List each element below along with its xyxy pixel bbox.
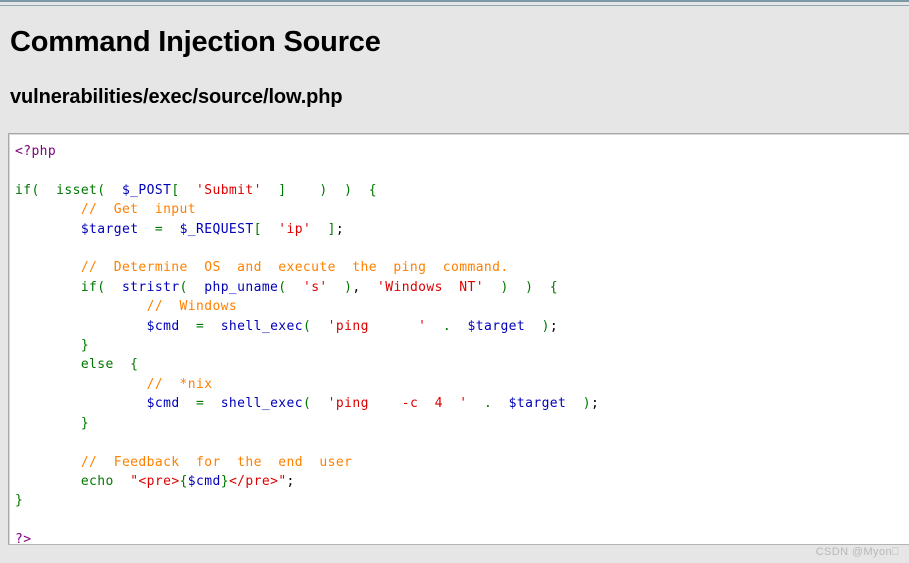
code-token-kw: if( isset( (15, 182, 122, 198)
code-token-kw: else { (15, 357, 139, 373)
code-token-pun: ( (179, 279, 205, 295)
code-token-var: $target (80, 221, 139, 237)
code-token-plain: ; (286, 473, 295, 489)
code-token-tag: <?php (15, 144, 57, 159)
code-token-var: $cmd (146, 396, 180, 412)
code-token-pun: ] ) ) { (261, 182, 378, 198)
code-token-var: $_POST (121, 182, 172, 198)
code-token-str: 'ip' (278, 221, 312, 237)
code-token-pun: ] (311, 221, 336, 237)
page-content: Command Injection Source vulnerabilities… (0, 6, 909, 563)
code-token-pun: } (15, 415, 90, 431)
code-token-plain: ; (549, 318, 559, 334)
source-code-panel: <?php if( isset( $_POST[ 'Submit' ] ) ) … (8, 133, 909, 545)
code-token-str: </pre>" (228, 473, 287, 489)
code-token-pun: } (15, 338, 90, 354)
code-token-plain: ; (590, 396, 600, 412)
code-token-pun: [ (253, 221, 279, 237)
code-token-var: shell_exec (220, 396, 303, 412)
code-token-pun: = (179, 318, 221, 334)
code-token-pun: { (179, 473, 188, 489)
csdn-watermark: CSDN @Myon⎕ (815, 546, 899, 558)
code-token-plain: , (352, 279, 378, 295)
php-source-code: <?php if( isset( $_POST[ 'Submit' ] ) ) … (15, 142, 909, 545)
code-token-tag: ?> (15, 532, 32, 545)
code-token-pun: = (138, 221, 180, 237)
code-token-str: 'Submit' (196, 182, 262, 198)
code-token-cmt: // Determine OS and execute the ping com… (15, 260, 509, 276)
code-token-pun: ( (278, 279, 303, 295)
code-token-pun: = (179, 396, 221, 412)
page-title: Command Injection Source (10, 26, 381, 58)
code-token-var: stristr (121, 279, 180, 295)
code-token-pun: [ (171, 182, 197, 198)
code-token-cmt: // *nix (15, 376, 213, 392)
code-token-cmt: // Feedback for the end user (15, 454, 353, 470)
code-token-str: 'Windows NT' (377, 279, 484, 295)
code-token-plain: ; (335, 221, 345, 237)
code-token-pun: . (467, 396, 509, 412)
code-token-pun: ) ) { (483, 279, 559, 295)
code-token-str: "<pre> (130, 473, 180, 489)
code-token-str: 'ping -c 4 ' (327, 396, 468, 412)
code-token-pun: ( (302, 318, 328, 334)
source-code-inner: <?php if( isset( $_POST[ 'Submit' ] ) ) … (9, 134, 909, 545)
code-token-kw: if( (15, 279, 122, 295)
code-token-var: $_REQUEST (179, 221, 254, 237)
code-token-pun: } (15, 493, 24, 509)
code-token-pun: . (426, 318, 468, 334)
source-file-path: vulnerabilities/exec/source/low.php (10, 86, 343, 108)
code-token-pun: ) (327, 279, 353, 295)
code-token-pun: ( (302, 396, 328, 412)
code-token-cmt: // Get input (15, 202, 196, 218)
code-token-var: $cmd (146, 318, 180, 334)
code-token-var: php_uname (204, 279, 279, 295)
code-token-pun: ) (525, 318, 550, 334)
code-token-str: 'ping ' (327, 318, 427, 334)
code-token-var: $target (467, 318, 526, 334)
code-token-var: $target (508, 396, 567, 412)
code-token-kw: echo (15, 473, 131, 489)
code-token-cmt: // Windows (15, 299, 238, 315)
code-token-var: $cmd (187, 473, 221, 489)
code-token-var: shell_exec (220, 318, 303, 334)
code-token-pun: } (220, 473, 229, 489)
code-token-pun: ) (566, 396, 591, 412)
code-token-str: 's' (302, 279, 328, 295)
